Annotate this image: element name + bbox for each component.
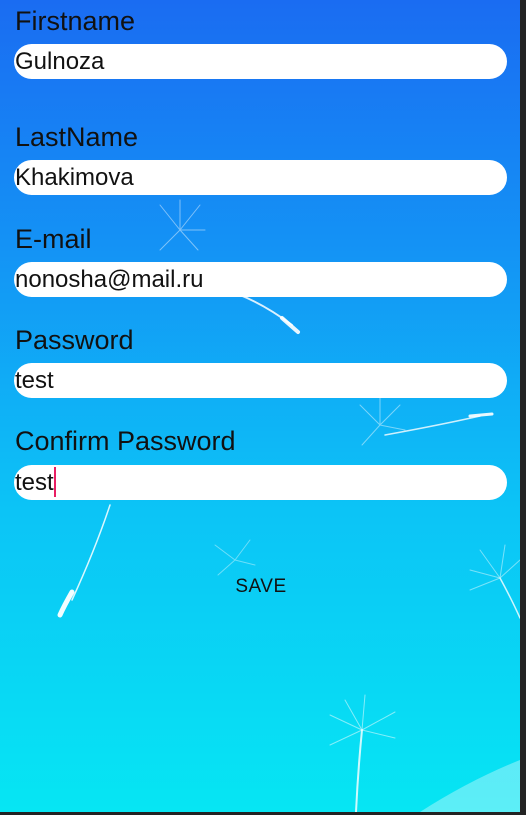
confirm-password-value: test: [15, 469, 54, 496]
confirm-password-input[interactable]: test: [14, 465, 507, 500]
email-label: E-mail: [15, 224, 92, 254]
password-value: test: [15, 367, 54, 394]
confirm-password-label: Confirm Password: [15, 426, 236, 456]
text-cursor: [53, 466, 56, 497]
firstname-value: Gulnoza: [15, 48, 105, 75]
register-screen: Firstname Gulnoza LastName Khakimova E-m…: [0, 0, 520, 812]
firstname-label: Firstname: [15, 6, 136, 36]
firstname-input[interactable]: Gulnoza: [14, 44, 507, 79]
password-input[interactable]: test: [14, 363, 507, 398]
lastname-input[interactable]: Khakimova: [14, 160, 507, 195]
device-bezel-right: [520, 0, 526, 815]
email-value: nonosha@mail.ru: [15, 266, 204, 293]
save-button[interactable]: SAVE: [220, 568, 302, 606]
password-label: Password: [15, 325, 134, 355]
lastname-label: LastName: [15, 122, 139, 152]
email-input[interactable]: nonosha@mail.ru: [14, 262, 507, 297]
lastname-value: Khakimova: [15, 164, 134, 191]
